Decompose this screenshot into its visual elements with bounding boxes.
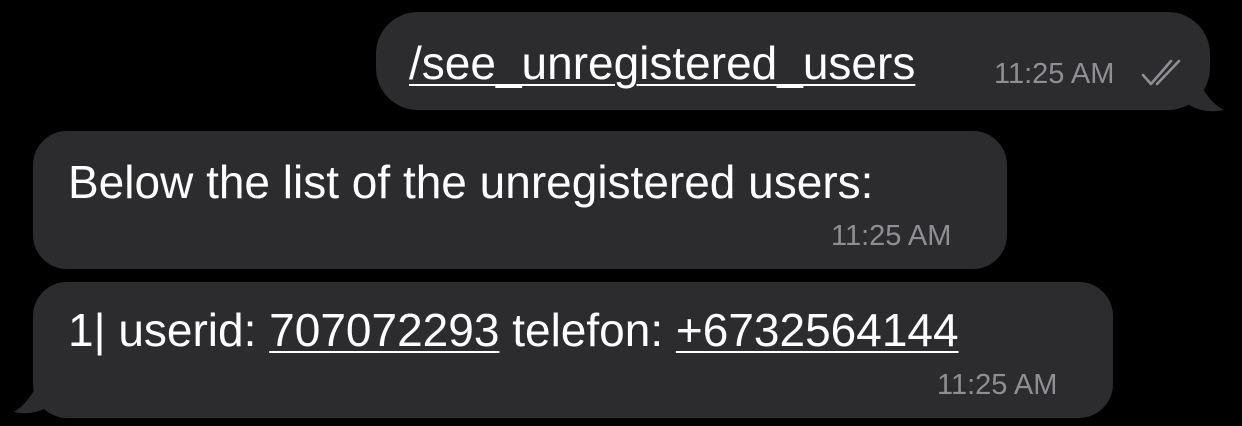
incoming-message-bubble[interactable]: 1| userid: 707072293 telefon: +673256414… [33, 282, 1113, 418]
outgoing-message-bubble[interactable]: /see_unregistered_users 11:25 AM [376, 12, 1210, 110]
phone-label: telefon: [499, 304, 676, 356]
phone-link[interactable]: +6732564144 [676, 304, 959, 356]
incoming-message-text: 1| userid: 707072293 telefon: +673256414… [68, 307, 959, 353]
userid-link[interactable]: 707072293 [269, 304, 499, 356]
incoming-message-time: 11:25 AM [831, 220, 952, 252]
incoming-message-time: 11:25 AM [937, 369, 1058, 401]
double-check-read-icon [1141, 59, 1181, 86]
command-link[interactable]: /see_unregistered_users [409, 40, 915, 86]
row-prefix: 1| userid: [68, 304, 270, 356]
incoming-message-bubble[interactable]: Below the list of the unregistered users… [33, 131, 1007, 269]
incoming-message-text: Below the list of the unregistered users… [68, 156, 874, 208]
outgoing-message-time: 11:25 AM [994, 58, 1115, 90]
